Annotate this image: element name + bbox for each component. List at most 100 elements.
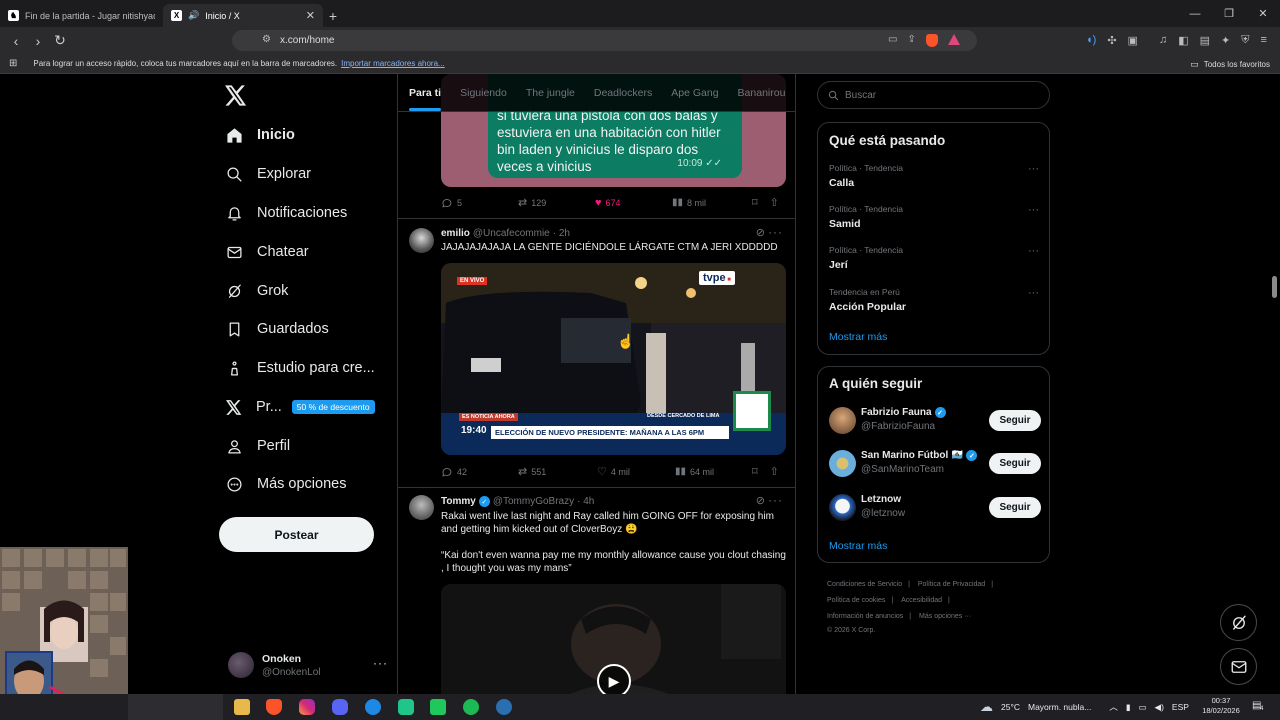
- all-bookmarks-button[interactable]: ▭ Todos los favoritos: [1190, 59, 1270, 70]
- tab-the-jungle[interactable]: The jungle: [526, 87, 575, 99]
- like-button[interactable]: ♥ 674: [595, 197, 672, 209]
- tab-bananirou[interactable]: Bananirou: [738, 87, 786, 99]
- trend-item[interactable]: Política · Tendencia Jerí ···: [829, 245, 1039, 271]
- taskbar-search-box[interactable]: [128, 694, 223, 720]
- share-tweet-icon[interactable]: ⇧: [770, 465, 779, 478]
- nav-item-inicio[interactable]: Inicio: [226, 124, 295, 146]
- nav-item-mas-opciones[interactable]: Más opciones: [226, 473, 346, 495]
- footer-link-ads-info[interactable]: Información de anuncios: [827, 613, 903, 620]
- new-tab-button[interactable]: +: [323, 4, 343, 27]
- footer-link-terms[interactable]: Condiciones de Servicio: [827, 581, 902, 588]
- account-switcher[interactable]: Onoken @OnokenLol ···: [228, 650, 388, 680]
- audio-extension-icon[interactable]: ◖): [1086, 34, 1096, 47]
- site-info-icon[interactable]: ⚙: [262, 34, 271, 45]
- brave-browser-icon[interactable]: [266, 699, 282, 715]
- views-button[interactable]: ▮▮ 64 mil: [675, 466, 752, 477]
- follow-suggestion[interactable]: Fabrizio Fauna ✓ @FabrizioFauna Seguir: [829, 406, 1041, 436]
- footer-link-cookies[interactable]: Política de cookies: [827, 597, 885, 604]
- trend-more-icon[interactable]: ···: [1028, 245, 1039, 257]
- bookmark-tweet-icon[interactable]: ⌑: [752, 196, 758, 209]
- import-bookmarks-link[interactable]: Importar marcadores ahora...: [341, 59, 445, 68]
- repost-button[interactable]: ⇄ 551: [518, 465, 597, 478]
- tweet-author[interactable]: Tommy: [441, 496, 476, 507]
- tweet-more-icon[interactable]: ···: [768, 225, 783, 239]
- follow-button[interactable]: Seguir: [989, 410, 1041, 431]
- post-button[interactable]: Postear: [219, 517, 374, 552]
- file-explorer-icon[interactable]: [234, 699, 250, 715]
- steam-icon[interactable]: [496, 699, 512, 715]
- bookmark-tweet-icon[interactable]: ⌑: [752, 465, 758, 478]
- footer-link-more[interactable]: Más opciones ···: [919, 613, 971, 620]
- taskbar-clock[interactable]: 00:37 18/02/2026: [1195, 696, 1247, 716]
- tweet-handle[interactable]: @Uncafecommie: [473, 228, 550, 239]
- tweet-time[interactable]: · 4h: [577, 496, 594, 507]
- tweet-video[interactable]: EN VIVO tvpe ■ ES NOTICIA AHORA DESDE CE…: [441, 263, 786, 455]
- trend-item[interactable]: Tendencia en Perú Acción Popular ···: [829, 287, 1039, 313]
- nav-item-perfil[interactable]: Perfil: [226, 435, 290, 457]
- weather-text[interactable]: Mayorm. nubla...: [1028, 702, 1091, 712]
- wallet-icon[interactable]: ▤: [1200, 34, 1210, 47]
- forward-button[interactable]: ›: [28, 31, 48, 51]
- trend-more-icon[interactable]: ···: [1028, 163, 1039, 175]
- app-blue-icon[interactable]: [365, 699, 381, 715]
- like-button[interactable]: ♡ 4 mil: [597, 465, 675, 478]
- reply-button[interactable]: 5: [441, 197, 518, 209]
- close-tab-icon[interactable]: ✕: [306, 9, 315, 22]
- nav-item-explorar[interactable]: Explorar: [226, 163, 311, 185]
- views-button[interactable]: ▮▮ 8 mil: [672, 197, 752, 208]
- reload-button[interactable]: ↻: [50, 31, 70, 51]
- spotify-icon[interactable]: [463, 699, 479, 715]
- tray-chevron-icon[interactable]: ︿: [1109, 701, 1118, 713]
- share-tweet-icon[interactable]: ⇧: [770, 196, 779, 209]
- sidebar-icon[interactable]: ◧: [1178, 34, 1188, 47]
- trend-more-icon[interactable]: ···: [1028, 204, 1039, 216]
- footer-link-privacy[interactable]: Política de Privacidad: [918, 581, 985, 588]
- footer-link-accessibility[interactable]: Accesibilidad: [901, 597, 942, 604]
- avatar[interactable]: [409, 495, 434, 520]
- brave-rewards-icon[interactable]: [947, 34, 960, 45]
- tweet-time[interactable]: · 2h: [553, 228, 570, 239]
- trend-item[interactable]: Política · Tendencia Samid ···: [829, 204, 1039, 230]
- repost-button[interactable]: ⇄ 129: [518, 196, 595, 209]
- browser-tab-x[interactable]: X 🔊 Inicio / X ✕: [163, 4, 323, 27]
- notification-center-icon[interactable]: ▤ 4: [1252, 700, 1263, 712]
- page-scrollbar[interactable]: [1272, 276, 1277, 298]
- reply-button[interactable]: 42: [441, 466, 518, 478]
- address-bar[interactable]: ⚙ x.com/home: [232, 30, 977, 51]
- follow-show-more-link[interactable]: Mostrar más: [829, 540, 887, 552]
- minimize-button[interactable]: —: [1178, 0, 1212, 27]
- brave-shield-icon[interactable]: [925, 34, 938, 47]
- browser-tab-chess[interactable]: ♞ Fin de la partida - Jugar nitishyadav1: [0, 4, 163, 27]
- grok-explain-icon[interactable]: ⊘: [756, 226, 765, 239]
- share-icon[interactable]: ⇪: [907, 34, 915, 47]
- menu-icon[interactable]: ≡: [1260, 34, 1266, 47]
- cast-icon[interactable]: ▭: [888, 34, 897, 47]
- speaker-icon[interactable]: 🔊: [188, 10, 199, 21]
- tweet-handle[interactable]: @TommyGoBrazy: [493, 496, 574, 507]
- app-k-icon[interactable]: [430, 699, 446, 715]
- restore-button[interactable]: ❐: [1212, 0, 1246, 27]
- puzzle-icon[interactable]: ✣: [1107, 34, 1116, 47]
- tab-para-ti[interactable]: Para ti: [409, 87, 442, 111]
- tweet-video[interactable]: ▶: [441, 584, 786, 694]
- x-logo-icon[interactable]: [225, 85, 247, 106]
- nav-item-guardados[interactable]: Guardados: [226, 318, 329, 340]
- messages-fab-button[interactable]: [1220, 648, 1257, 685]
- network-icon[interactable]: ▭: [1139, 702, 1147, 713]
- nav-item-grok[interactable]: Grok: [226, 280, 288, 302]
- discord-icon[interactable]: [332, 699, 348, 715]
- follow-button[interactable]: Seguir: [989, 497, 1041, 518]
- nav-item-chatear[interactable]: Chatear: [226, 241, 309, 263]
- follow-suggestion[interactable]: San Marino Fútbol 🇸🇲 ✓ @SanMarinoTeam Seg…: [829, 449, 1041, 479]
- tab-ape-gang[interactable]: Ape Gang: [671, 87, 718, 99]
- app-green-icon[interactable]: [398, 699, 414, 715]
- avatar[interactable]: [409, 228, 434, 253]
- grok-explain-icon[interactable]: ⊘: [756, 494, 765, 507]
- search-box[interactable]: Buscar: [817, 81, 1050, 109]
- back-button[interactable]: ‹: [6, 31, 26, 51]
- nav-item-estudio[interactable]: Estudio para cre...: [226, 357, 375, 379]
- tweet-more-icon[interactable]: ···: [768, 493, 783, 507]
- microphone-icon[interactable]: ▮: [1126, 702, 1131, 713]
- close-window-button[interactable]: ✕: [1246, 0, 1280, 27]
- nav-item-premium[interactable]: Pr... 50 % de descuento: [226, 396, 375, 418]
